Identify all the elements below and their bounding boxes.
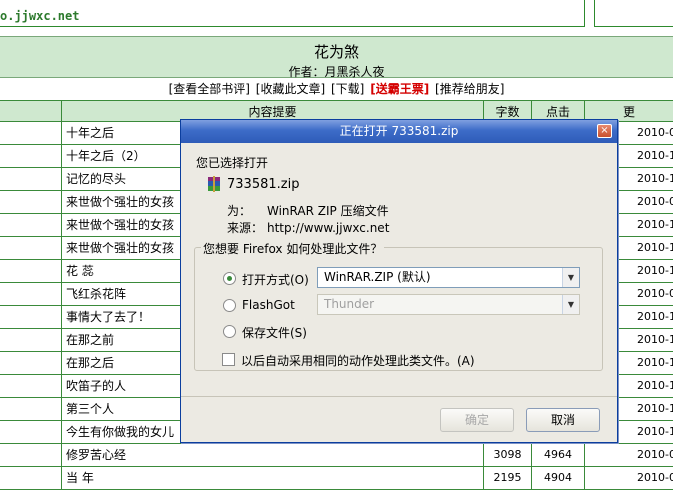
cancel-button[interactable]: 取消 [526,408,600,432]
flashgot-select[interactable]: Thunder ▼ [317,294,580,315]
table-row: 修罗苦心经 3098 4964 2010-0 [0,444,673,467]
save-file-label[interactable]: 保存文件(S) [242,324,307,341]
row-index [0,444,61,466]
row-index [0,168,61,190]
auto-action-checkbox[interactable] [222,353,235,366]
file-type-line: 为： WinRAR ZIP 压缩文件 [227,202,389,219]
close-icon[interactable]: × [597,124,612,138]
open-with-value: WinRAR.ZIP (默认) [324,270,431,284]
flashgot-value: Thunder [324,297,375,311]
open-with-radio[interactable] [223,272,236,285]
file-source-value: http://www.jjwxc.net [267,221,390,235]
site-url[interactable]: o.jjwxc.net [0,9,79,23]
row-index [0,352,61,374]
dialog-title: 正在打开 733581.zip [339,124,459,138]
chapter-link[interactable]: 当 年 [61,467,483,489]
link-bookmark[interactable]: [收藏此文章] [256,82,325,96]
link-recommend[interactable]: [推荐给朋友] [435,82,504,96]
row-index [0,398,61,420]
novel-title: 花为煞 [313,43,359,61]
open-with-select[interactable]: WinRAR.ZIP (默认) ▼ [317,267,580,288]
chevron-down-icon[interactable]: ▼ [562,268,579,287]
header-index [0,101,61,121]
update-date: 2010-0 [584,467,673,489]
file-source-line: 来源： http://www.jjwxc.net [227,219,389,236]
file-name: 733581.zip [227,177,300,192]
action-group-title: 您想要 Firefox 如何处理此文件？ [201,240,385,257]
word-count: 3098 [483,444,531,466]
row-index [0,145,61,167]
winrar-archive-icon [208,176,220,192]
save-file-radio[interactable] [223,325,236,338]
row-index [0,260,61,282]
top-box-right [594,0,673,27]
auto-action-label[interactable]: 以后自动采用相同的动作处理此类文件。(A) [241,352,475,369]
update-date: 2010-0 [584,444,673,466]
ok-button[interactable]: 确定 [440,408,514,432]
row-index [0,122,61,144]
link-send-ticket[interactable]: [送霸王票] [370,82,429,96]
chevron-down-icon[interactable]: ▼ [562,295,579,314]
link-all-reviews[interactable]: [查看全部书评] [169,82,250,96]
file-source-key: 来源： [227,221,264,235]
novel-author[interactable]: 作者：月黑杀人夜 [0,63,673,80]
top-banner: o.jjwxc.net [0,0,673,36]
dialog-separator [181,396,617,397]
file-type-value: WinRAR ZIP 压缩文件 [267,204,389,218]
flashgot-radio[interactable] [223,299,236,312]
row-index [0,306,61,328]
click-count: 4964 [531,444,584,466]
click-count: 4904 [531,467,584,489]
flashgot-label[interactable]: FlashGot [242,298,295,312]
row-index [0,421,61,443]
open-file-dialog: 正在打开 733581.zip × 您已选择打开 733581.zip 为： Wi… [180,119,618,443]
action-links: [查看全部书评] [收藏此文章] [下载] [送霸王票] [推荐给朋友] [0,80,673,98]
row-index [0,375,61,397]
link-download[interactable]: [下载] [331,82,364,96]
chapter-link[interactable]: 修罗苦心经 [61,444,483,466]
row-index [0,214,61,236]
row-index [0,237,61,259]
dialog-intro: 您已选择打开 [196,156,269,170]
row-index [0,283,61,305]
dialog-titlebar[interactable]: 正在打开 733581.zip × [181,120,617,143]
file-type-key: 为： [227,204,252,218]
open-with-label[interactable]: 打开方式(O) [242,271,309,288]
row-index [0,329,61,351]
header-date: 更 [584,101,673,121]
row-index [0,191,61,213]
top-box-left [0,0,585,27]
novel-header: 花为煞 作者：月黑杀人夜 [0,36,673,80]
word-count: 2195 [483,467,531,489]
row-index [0,467,61,489]
header-words: 字数 [483,101,531,121]
header-summary: 内容提要 [61,101,483,121]
header-clicks: 点击 [531,101,584,121]
